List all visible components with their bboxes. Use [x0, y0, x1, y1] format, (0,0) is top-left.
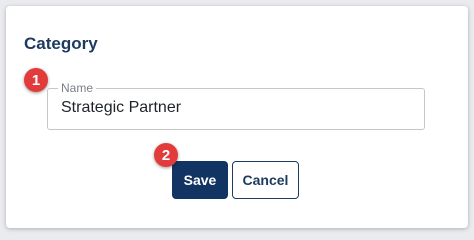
category-dialog: Category Name Strategic Partner Save Can…	[6, 6, 468, 228]
dialog-title: Category	[24, 34, 98, 53]
step-1-badge: 1	[24, 68, 48, 92]
cancel-button[interactable]: Cancel	[232, 161, 299, 199]
name-field-value[interactable]: Strategic Partner	[61, 99, 181, 117]
name-field-label: Name	[58, 81, 97, 95]
save-button[interactable]: Save	[172, 161, 228, 199]
step-2-badge: 2	[154, 143, 178, 167]
name-field[interactable]: Name Strategic Partner	[47, 81, 425, 130]
